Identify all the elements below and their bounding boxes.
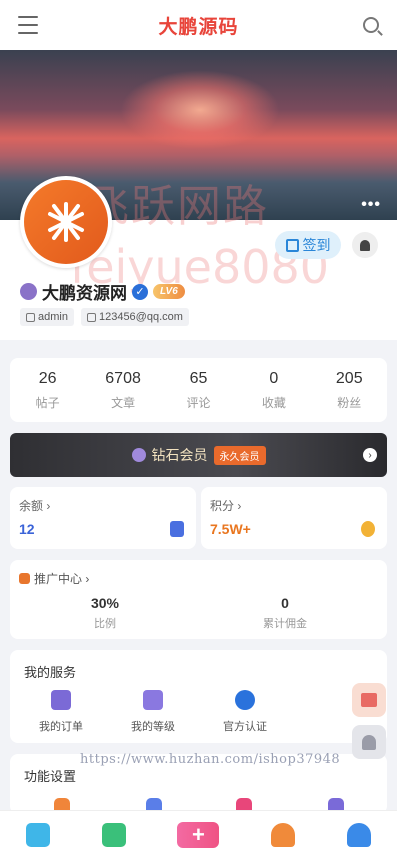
home-icon[interactable] — [25, 823, 50, 847]
stat-label: 评论 — [186, 395, 211, 410]
bell-icon — [360, 239, 370, 251]
stat-value: 26 — [38, 369, 57, 387]
user-icon[interactable] — [347, 823, 372, 847]
chevron-right-icon: › — [363, 448, 377, 462]
user-name-row: 大鹏资源网 ✓ LV6 — [20, 279, 185, 304]
wallet-icon[interactable] — [101, 823, 126, 847]
level-badge: LV6 — [153, 284, 185, 299]
mail-icon — [86, 312, 96, 322]
publish-plus-icon[interactable]: + — [177, 822, 220, 848]
floating-gift-button[interactable] — [352, 683, 386, 717]
promotion-title: 推广中心 › — [34, 572, 90, 586]
level-chart-icon — [143, 690, 163, 710]
watermark-url: https://www.huzhan.com/ishop37948 — [80, 752, 341, 767]
floating-notice-button[interactable] — [352, 725, 386, 759]
site-title: 大鹏源码 — [158, 16, 239, 38]
points-title: 积分 › — [210, 499, 242, 513]
username-text: admin — [38, 311, 68, 323]
checkin-button[interactable]: 签到 — [275, 231, 341, 259]
money-bag-icon — [19, 573, 30, 584]
service-label: 我的等级 — [131, 721, 175, 733]
promotion-center-link[interactable]: 推广中心 › — [19, 570, 89, 587]
stat-posts[interactable]: 26 帖子 — [18, 370, 78, 411]
email-text: 123456@qq.com — [98, 311, 183, 323]
verified-icon — [235, 690, 255, 710]
menu-icon[interactable] — [18, 16, 38, 34]
points-card[interactable]: 积分 › 7.5W+ — [201, 487, 387, 549]
service-official-verify[interactable]: 官方认证 — [205, 690, 285, 734]
service-my-level[interactable]: 我的等级 — [113, 690, 193, 734]
more-options-icon[interactable]: ••• — [361, 196, 381, 214]
stat-favorites[interactable]: 0 收藏 — [244, 370, 304, 411]
email-tag: 123456@qq.com — [80, 308, 189, 326]
order-icon — [51, 690, 71, 710]
services-title: 我的服务 — [24, 665, 77, 680]
bottom-tab-bar: + — [0, 810, 397, 859]
calendar-check-icon — [285, 238, 299, 252]
vip-membership-bar[interactable]: 钻石会员 永久会员 › — [10, 433, 387, 477]
avatar-logo-icon — [48, 202, 84, 242]
balance-title: 余额 › — [19, 499, 51, 513]
ratio-label: 比例 — [94, 618, 116, 630]
user-tags: admin 123456@qq.com — [20, 308, 189, 326]
ratio-value: 30% — [90, 595, 120, 611]
coins-icon — [361, 521, 375, 537]
checkin-label: 签到 — [302, 237, 331, 253]
diamond-gem-icon — [131, 448, 146, 462]
points-value: 7.5W+ — [210, 521, 251, 537]
commission-label: 累计佣金 — [263, 618, 307, 630]
username-tag: admin — [20, 308, 74, 326]
wallet-yen-icon — [170, 521, 184, 537]
gift-icon — [361, 693, 377, 707]
promo-ratio: 30% 比例 — [30, 595, 180, 631]
search-icon[interactable] — [363, 17, 379, 33]
user-name: 大鹏资源网 — [42, 284, 127, 303]
vip-label: 钻石会员 — [151, 447, 208, 463]
service-label: 我的订单 — [39, 721, 83, 733]
stat-label: 收藏 — [261, 395, 286, 410]
stat-label: 文章 — [111, 395, 136, 410]
stat-value: 205 — [335, 369, 363, 387]
watermark-text: 飞跃网路 — [85, 181, 269, 232]
service-label: 官方认证 — [223, 721, 267, 733]
stat-articles[interactable]: 6708 文章 — [93, 370, 153, 411]
stat-label: 粉丝 — [337, 395, 362, 410]
banner-sunset-glow — [120, 70, 280, 150]
commission-value: 0 — [281, 595, 289, 611]
service-my-orders[interactable]: 我的订单 — [21, 690, 101, 734]
stat-value: 65 — [189, 369, 208, 387]
avatar[interactable] — [20, 176, 112, 268]
stat-label: 帖子 — [35, 395, 60, 410]
balance-value: 12 — [19, 521, 35, 537]
permanent-member-badge: 永久会员 — [213, 445, 266, 465]
balance-card[interactable]: 余额 › 12 — [10, 487, 196, 549]
promo-commission: 0 累计佣金 — [210, 595, 360, 631]
bell-icon — [362, 734, 376, 750]
diamond-gem-icon — [20, 283, 37, 300]
verified-check-icon: ✓ — [132, 283, 148, 300]
top-header: 大鹏源码 — [0, 0, 397, 50]
stat-value: 0 — [269, 369, 279, 387]
notification-bell-button[interactable] — [352, 232, 378, 258]
bell-icon[interactable] — [271, 823, 296, 847]
stats-card: 26 帖子 6708 文章 65 评论 0 收藏 205 粉丝 — [10, 358, 387, 422]
stat-fans[interactable]: 205 粉丝 — [319, 370, 379, 411]
settings-title: 功能设置 — [24, 769, 77, 784]
my-services-card: 我的服务 我的订单 我的等级 官方认证 — [10, 650, 387, 743]
stat-comments[interactable]: 65 评论 — [168, 370, 228, 411]
stat-value: 6708 — [105, 369, 141, 387]
promotion-center-card: 推广中心 › 30% 比例 0 累计佣金 — [10, 560, 387, 639]
user-icon — [26, 312, 35, 322]
